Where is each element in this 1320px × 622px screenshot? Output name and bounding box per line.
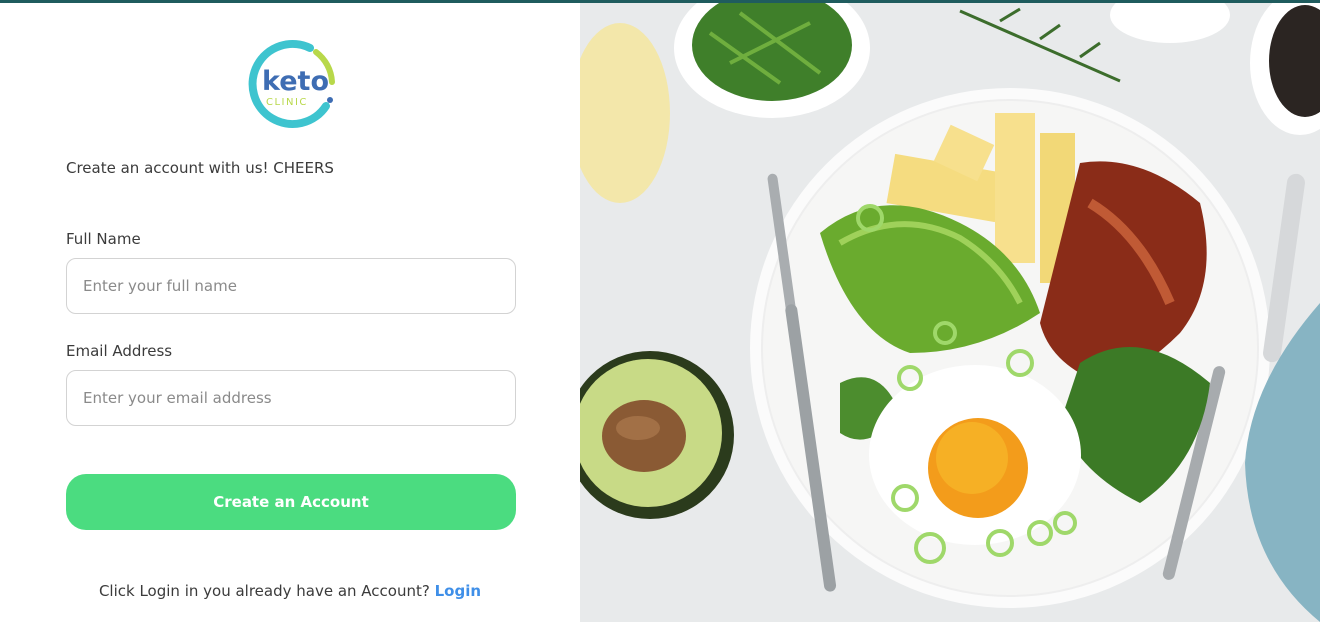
login-prompt: Click Login in you already have an Accou… [0,582,580,600]
logo-subtitle: CLINIC [266,97,308,108]
intro-text: Create an account with us! CHEERS [66,159,334,177]
login-link[interactable]: Login [435,582,481,600]
email-input[interactable] [66,370,516,426]
hero-image [580,3,1320,622]
full-name-input[interactable] [66,258,516,314]
logo-wordmark: keto [262,66,329,97]
keto-meal-photo-icon [580,3,1320,622]
create-account-button[interactable]: Create an Account [66,474,516,530]
login-prompt-text: Click Login in you already have an Accou… [98,582,430,600]
email-label: Email Address [66,342,173,360]
keto-clinic-logo: keto CLINIC [248,40,335,128]
full-name-label: Full Name [66,230,141,248]
